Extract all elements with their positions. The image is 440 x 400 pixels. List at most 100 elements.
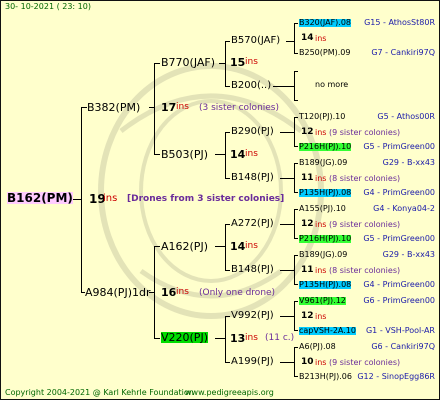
report-date: 30- 10-2021 ( 23: 10) [5, 2, 91, 11]
gen4-queen[interactable]: A6(PJ).08 [299, 343, 336, 351]
connector-line [225, 270, 230, 271]
gen4-ins-count: 12 [301, 311, 314, 321]
gen1-b382-ins-count: 17 [161, 101, 177, 114]
connector-line [273, 86, 295, 87]
gen4-queen[interactable]: T120(PJ).10 [299, 113, 345, 121]
gen4-queen[interactable]: P135H(PJ).08 [299, 281, 352, 289]
gen4-breeder-line: G29 - B-xx43 [382, 158, 435, 167]
no-more-label: no more [315, 80, 349, 89]
connector-line [294, 53, 298, 54]
gen4-queen[interactable]: P216H(PJ).10 [299, 235, 352, 243]
connector-line [225, 41, 226, 87]
connector-line [219, 63, 226, 64]
gen4-queen[interactable]: A155(PJ).10 [299, 205, 346, 213]
connector-line [294, 146, 298, 147]
gen4-queen[interactable]: P135H(PJ).08 [299, 189, 352, 197]
connector-line [215, 338, 226, 339]
gen4-ins-note: (9 sister colonies) [329, 220, 401, 229]
gen2-b503-ins-label: ins [245, 149, 258, 159]
gen4-breeder-line: G6 - PrimGreen00 [363, 296, 435, 305]
gen2-b770[interactable]: B770(JAF) [161, 57, 215, 68]
gen4-breeder-line: G4 - PrimGreen00 [363, 188, 435, 197]
gen4-ins-count: 11 [301, 265, 314, 275]
connector-line [225, 224, 230, 225]
gen2-v220-ins-count: 13 [230, 332, 246, 345]
gen4-ins-label: ins [315, 34, 327, 43]
gen4-ins-label: ins [315, 358, 327, 367]
connector-line [294, 376, 298, 377]
pedigree-canvas: 30- 10-2021 ( 23: 10) B162(PM) 19 ins [D… [0, 0, 440, 400]
gen4-breeder-line: G4 - PrimGreen00 [363, 280, 435, 289]
connector-line [294, 192, 298, 193]
connector-line [149, 292, 155, 293]
connector-line [225, 178, 230, 179]
connector-line [225, 224, 226, 271]
site-link[interactable]: www.pedigreeapis.org [185, 389, 274, 397]
copyright-text: Copyright 2004-2021 @ Karl Kehrle Founda… [5, 388, 194, 397]
gen4-ins-note: (9 sister colonies) [329, 128, 401, 137]
connector-line [154, 154, 160, 155]
gen4-breeder-line: G6 - Cankiri97Q [371, 342, 435, 351]
connector-line [280, 270, 295, 271]
gen4-queen[interactable]: V961(PJ).12 [299, 297, 346, 305]
gen4-ins-count: 10 [301, 357, 314, 367]
gen3-v992[interactable]: V992(PJ) [231, 311, 274, 321]
connector-line [81, 107, 82, 293]
gen4-breeder-line: G5 - PrimGreen00 [363, 234, 435, 243]
gen4-ins-count: 12 [301, 219, 314, 229]
connector-line [73, 199, 82, 200]
gen1-b382[interactable]: B382(PM) [87, 102, 140, 113]
connector-line [294, 284, 298, 285]
connector-line [225, 132, 226, 179]
root-queen[interactable]: B162(PM) [7, 192, 73, 204]
gen4-queen[interactable]: B250(PM).09 [299, 49, 350, 57]
gen4-queen[interactable]: B189(JG).09 [299, 251, 347, 259]
gen2-v220-ins-label: ins [245, 333, 258, 343]
gen2-b503[interactable]: B503(PJ) [161, 149, 208, 160]
connector-line [294, 23, 298, 24]
gen2-a162-ins-count: 14 [230, 240, 246, 253]
connector-line [149, 107, 155, 108]
gen3-a272[interactable]: A272(PJ) [231, 219, 274, 229]
gen1-a984[interactable]: A984(PJ)1dr [85, 287, 150, 298]
connector-line [294, 100, 298, 101]
connector-line [154, 338, 160, 339]
connector-line [294, 117, 298, 118]
gen3-b570[interactable]: B570(JAF) [231, 36, 280, 46]
gen1-b382-ins-label: ins [176, 102, 189, 112]
connector-line [154, 246, 160, 247]
connector-line [294, 255, 298, 256]
gen4-queen[interactable]: capVSH-2A.10 [299, 327, 356, 335]
gen4-ins-note: (9 sister colonies) [329, 358, 401, 367]
connector-line [215, 246, 226, 247]
gen4-queen[interactable]: B189(JG).09 [299, 159, 347, 167]
gen2-a162[interactable]: A162(PJ) [161, 241, 208, 252]
connector-line [294, 23, 295, 54]
gen4-ins-note: (8 sister colonies) [329, 174, 401, 183]
gen4-breeder-line: G4 - Konya04-2 [373, 204, 435, 213]
connector-line [294, 238, 298, 239]
gen1-b382-note: (3 sister colonies) [199, 103, 280, 113]
gen3-b200[interactable]: B200(..) [231, 81, 271, 91]
gen2-v220[interactable]: V220(PJ) [161, 332, 208, 343]
gen4-breeder-line: G7 - Cankiri97Q [371, 48, 435, 57]
gen4-breeder-line: G5 - PrimGreen00 [363, 142, 435, 151]
connector-line [225, 362, 230, 363]
connector-line [280, 178, 295, 179]
connector-line [225, 132, 230, 133]
gen4-queen[interactable]: B320(JAF).08 [299, 19, 352, 27]
connector-line [280, 224, 295, 225]
gen3-b290[interactable]: B290(PJ) [231, 127, 274, 137]
gen4-ins-label: ins [315, 312, 327, 321]
gen4-queen[interactable]: B213H(PJ).06 [299, 373, 352, 381]
gen3-a199[interactable]: A199(PJ) [231, 357, 274, 367]
gen3-b148[interactable]: B148(PJ) [231, 173, 274, 183]
gen4-ins-count: 14 [301, 33, 314, 43]
gen4-queen[interactable]: P216H(PJ).10 [299, 143, 352, 151]
connector-line [294, 71, 298, 72]
connector-line [294, 301, 298, 302]
connector-line [280, 316, 295, 317]
connector-line [280, 362, 295, 363]
gen3-b148-2[interactable]: B148(PJ) [231, 265, 274, 275]
gen1-a984-ins-label: ins [176, 287, 189, 297]
